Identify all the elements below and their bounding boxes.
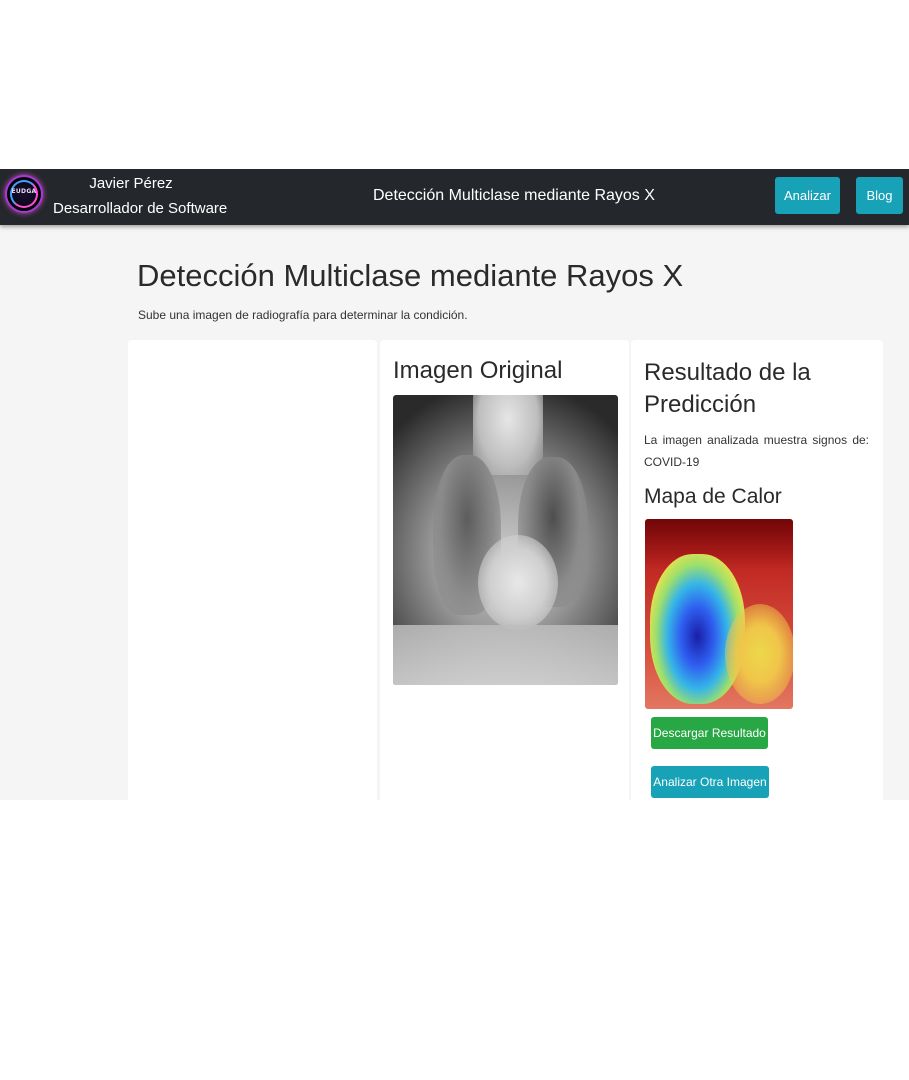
page-subtitle: Sube una imagen de radiografía para dete… [138,308,468,322]
top-navbar: EUDGA Javier Pérez Desarrollador de Soft… [0,169,909,225]
blog-button[interactable]: Blog [856,177,903,214]
original-image-heading: Imagen Original [393,357,563,384]
heatmap-image [645,519,793,709]
page-title: Detección Multiclase mediante Rayos X [137,258,684,293]
heatmap-heading: Mapa de Calor [644,485,782,508]
upload-card [128,340,377,800]
analyze-another-button[interactable]: Analizar Otra Imagen [651,766,769,798]
navbar-title: Detección Multiclase mediante Rayos X [373,187,655,204]
logo-text: EUDGA [11,188,37,195]
app-window: EUDGA Javier Pérez Desarrollador de Soft… [0,169,909,800]
brand-name: Javier Pérez [89,175,173,192]
prediction-card: Resultado de la Predicción La imagen ana… [631,340,883,800]
analizar-button[interactable]: Analizar [775,177,840,214]
prediction-heading: Resultado de la Predicción [644,359,811,418]
original-image-card: Imagen Original [380,340,629,800]
download-result-button[interactable]: Descargar Resultado [651,717,768,749]
brand-logo[interactable]: EUDGA [7,177,41,211]
original-xray-image [393,395,618,685]
brand-role: Desarrollador de Software [53,200,228,217]
prediction-text: La imagen analizada muestra signos de: C… [644,433,869,469]
